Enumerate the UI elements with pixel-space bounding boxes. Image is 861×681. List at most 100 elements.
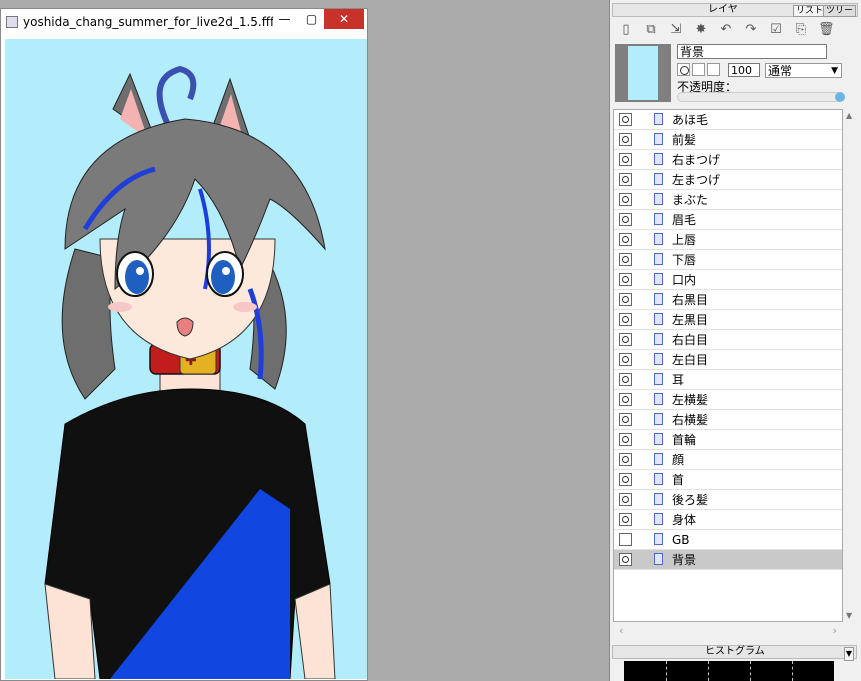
layer-visibility-toggle[interactable]: [619, 153, 632, 166]
layer-row[interactable]: 右横髪: [614, 410, 842, 430]
layer-visibility-toggle[interactable]: [619, 113, 632, 126]
eye-icon: [622, 336, 629, 343]
raster-layer-icon: [654, 113, 663, 125]
layer-row[interactable]: あほ毛: [614, 110, 842, 130]
raster-layer-icon: [654, 493, 663, 505]
layer-row[interactable]: 後ろ髪: [614, 490, 842, 510]
layer-visibility-toggle[interactable]: [619, 353, 632, 366]
layer-row[interactable]: 背景: [614, 550, 842, 570]
layer-visibility-toggle[interactable]: [619, 313, 632, 326]
tab-tree[interactable]: ツリー: [823, 5, 857, 17]
layer-properties-icon[interactable]: ☑: [768, 22, 784, 38]
close-button[interactable]: ✕: [324, 9, 364, 29]
layer-name: 左まつげ: [672, 173, 721, 187]
layer-visibility-toggle[interactable]: [619, 413, 632, 426]
layer-name: 顔: [672, 453, 685, 467]
layer-row[interactable]: 左まつげ: [614, 170, 842, 190]
layer-row[interactable]: 顔: [614, 450, 842, 470]
layer-visibility-toggle[interactable]: [619, 133, 632, 146]
layer-lock-toggle[interactable]: [692, 63, 705, 76]
layer-row[interactable]: 左白目: [614, 350, 842, 370]
scroll-up-icon[interactable]: ▲: [846, 111, 852, 120]
layer-row[interactable]: 前髪: [614, 130, 842, 150]
drawing-canvas[interactable]: ✚: [5, 39, 367, 679]
raster-layer-icon: [654, 393, 663, 405]
duplicate-layer-icon[interactable]: ⧉: [643, 22, 659, 38]
layer-name: 後ろ髪: [672, 493, 709, 507]
layer-name-field[interactable]: 背景: [677, 44, 827, 59]
layer-row[interactable]: 上唇: [614, 230, 842, 250]
layer-visibility-toggle[interactable]: [619, 533, 632, 546]
raster-layer-icon: [654, 213, 663, 225]
layer-name: 口内: [672, 273, 697, 287]
layer-visibility-toggle[interactable]: [619, 173, 632, 186]
raster-layer-icon: [654, 353, 663, 365]
eye-icon: [622, 136, 629, 143]
layer-visible-toggle[interactable]: [677, 63, 690, 76]
layer-visibility-toggle[interactable]: [619, 333, 632, 346]
scroll-right-icon[interactable]: ›: [833, 624, 837, 637]
layer-row[interactable]: 右黒目: [614, 290, 842, 310]
copy-layer-icon[interactable]: ⎘: [793, 22, 809, 38]
blend-mode-select[interactable]: 通常 ▼: [765, 63, 842, 78]
layer-row[interactable]: 身体: [614, 510, 842, 530]
layer-row[interactable]: 眉毛: [614, 210, 842, 230]
minimize-button[interactable]: —: [271, 9, 298, 29]
layer-name: 眉毛: [672, 213, 697, 227]
layer-visibility-toggle[interactable]: [619, 233, 632, 246]
eye-icon: [622, 376, 629, 383]
layer-row[interactable]: 右白目: [614, 330, 842, 350]
new-folder-icon[interactable]: ✸: [693, 22, 709, 38]
tab-list[interactable]: リスト: [793, 5, 827, 17]
chevron-down-icon[interactable]: ▼: [843, 647, 854, 661]
layer-name: 左白目: [672, 353, 709, 367]
raster-layer-icon: [654, 153, 663, 165]
layer-visibility-toggle[interactable]: [619, 553, 632, 566]
redo-icon[interactable]: ↷: [743, 22, 759, 38]
layer-name: GB: [672, 533, 690, 547]
layer-row[interactable]: 左横髪: [614, 390, 842, 410]
layer-visibility-toggle[interactable]: [619, 433, 632, 446]
layer-row[interactable]: GB: [614, 530, 842, 550]
layer-visibility-toggle[interactable]: [619, 493, 632, 506]
layer-row[interactable]: 首輪: [614, 430, 842, 450]
undo-icon[interactable]: ↶: [718, 22, 734, 38]
layer-clip-toggle[interactable]: [707, 63, 720, 76]
delete-layer-icon[interactable]: 🗑: [818, 22, 835, 38]
layer-visibility-toggle[interactable]: [619, 513, 632, 526]
layer-visibility-toggle[interactable]: [619, 373, 632, 386]
merge-down-icon[interactable]: ⇲: [668, 22, 684, 38]
layer-thumbnail: [615, 44, 671, 102]
layer-visibility-toggle[interactable]: [619, 193, 632, 206]
eye-icon: [622, 516, 629, 523]
layer-row[interactable]: 下唇: [614, 250, 842, 270]
scroll-down-icon[interactable]: ▼: [846, 611, 852, 620]
eye-icon: [622, 476, 629, 483]
layer-visibility-toggle[interactable]: [619, 253, 632, 266]
layer-visibility-toggle[interactable]: [619, 293, 632, 306]
layer-list-scrollbar[interactable]: ▲ ▼: [843, 109, 857, 622]
layer-visibility-toggle[interactable]: [619, 273, 632, 286]
raster-layer-icon: [654, 373, 663, 385]
layer-list-hscrollbar[interactable]: ‹ ›: [613, 624, 843, 638]
layer-row[interactable]: 左黒目: [614, 310, 842, 330]
layer-row[interactable]: 首: [614, 470, 842, 490]
scroll-left-icon[interactable]: ‹: [619, 624, 623, 637]
layer-visibility-toggle[interactable]: [619, 473, 632, 486]
layer-row[interactable]: 耳: [614, 370, 842, 390]
opacity-slider-handle[interactable]: [835, 92, 845, 102]
layer-visibility-toggle[interactable]: [619, 213, 632, 226]
layer-name: 首輪: [672, 433, 697, 447]
layer-row[interactable]: 右まつげ: [614, 150, 842, 170]
image-window-titlebar[interactable]: yoshida_chang_summer_for_live2d_1.5.fff …: [1, 9, 367, 35]
layer-row[interactable]: 口内: [614, 270, 842, 290]
layer-visibility-toggle[interactable]: [619, 393, 632, 406]
layer-list: あほ毛 前髪 右まつげ左まつげまぶた眉毛上唇 下唇口内右黒目 左黒目 右白目左白目耳左横髪…: [613, 109, 843, 622]
opacity-input[interactable]: 100: [728, 63, 760, 77]
layer-visibility-toggle[interactable]: [619, 453, 632, 466]
eye-icon: [622, 156, 629, 163]
opacity-slider[interactable]: [677, 92, 845, 102]
new-layer-icon[interactable]: ▯: [618, 22, 634, 38]
maximize-button[interactable]: ▢: [298, 9, 325, 29]
layer-row[interactable]: まぶた: [614, 190, 842, 210]
